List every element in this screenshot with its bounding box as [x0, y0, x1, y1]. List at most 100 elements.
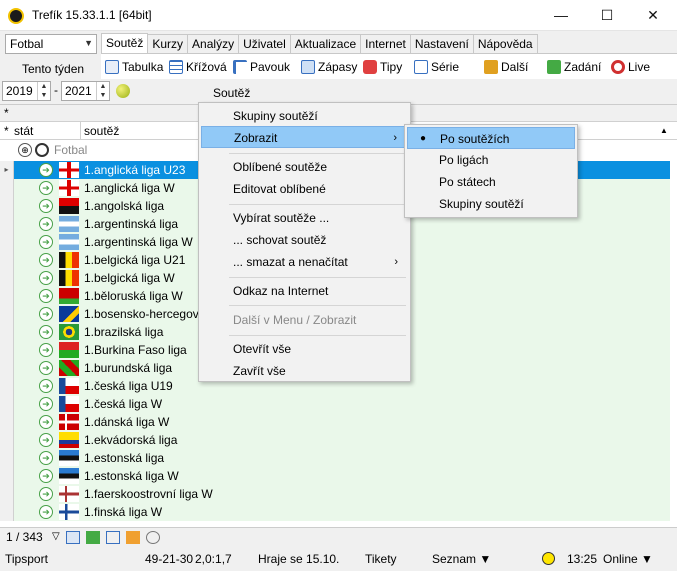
- row-indicator: [0, 359, 14, 377]
- open-arrow-icon[interactable]: ➔: [39, 325, 53, 339]
- submenu-po-ligach[interactable]: Po ligách: [407, 149, 575, 171]
- menu-vybirat[interactable]: Vybírat soutěže ...: [201, 207, 408, 229]
- open-arrow-icon[interactable]: ➔: [39, 451, 53, 465]
- competition-name: 1.česká liga W: [84, 397, 163, 411]
- tab-aktualizace[interactable]: Aktualizace: [289, 34, 362, 53]
- submenu-skupiny[interactable]: Skupiny soutěží: [407, 193, 575, 215]
- tab-analyzy[interactable]: Analýzy: [187, 34, 240, 53]
- main-tabs: Soutěž Kurzy Analýzy Uživatel Aktualizac…: [101, 33, 538, 53]
- open-arrow-icon[interactable]: ➔: [39, 235, 53, 249]
- table-row[interactable]: ➔ 1.dánská liga W: [0, 413, 677, 431]
- open-arrow-icon[interactable]: ➔: [39, 361, 53, 375]
- search-icon[interactable]: [146, 531, 160, 544]
- add-row-icon[interactable]: [86, 531, 100, 544]
- updown-icon[interactable]: ▲ ▼: [96, 82, 109, 100]
- open-arrow-icon[interactable]: ➔: [39, 343, 53, 357]
- table-row[interactable]: ➔ 1.finská liga W: [0, 503, 677, 521]
- open-arrow-icon[interactable]: ➔: [39, 415, 53, 429]
- close-button[interactable]: ✕: [630, 0, 676, 31]
- open-arrow-icon[interactable]: ➔: [39, 199, 53, 213]
- table-row[interactable]: ➔ 1.faerskoostrovní liga W: [0, 485, 677, 503]
- submenu-po-statech[interactable]: Po státech: [407, 171, 575, 193]
- open-arrow-icon[interactable]: ➔: [39, 289, 53, 303]
- open-arrow-icon[interactable]: ➔: [39, 307, 53, 321]
- competition-name: 1.argentinská liga: [84, 217, 179, 231]
- open-arrow-icon[interactable]: ➔: [39, 181, 53, 195]
- open-arrow-icon[interactable]: ➔: [39, 505, 53, 519]
- live-button[interactable]: Live: [611, 58, 650, 76]
- table-row[interactable]: ➔ 1.česká liga W: [0, 395, 677, 413]
- grid-icon: [169, 60, 183, 74]
- online-dropdown[interactable]: Online ▼: [603, 552, 653, 566]
- window-title: Trefík 15.33.1.1 [64bit]: [32, 8, 152, 22]
- tipy-button[interactable]: Tipy: [363, 58, 402, 76]
- calendar-icon: [301, 60, 315, 74]
- table-row[interactable]: ➔ 1.ekvádorská liga: [0, 431, 677, 449]
- ball-icon[interactable]: [116, 84, 130, 98]
- table-icon[interactable]: [66, 531, 80, 544]
- competition-name: 1.estonská liga W: [84, 469, 179, 483]
- row-indicator: [0, 251, 14, 269]
- updown-icon[interactable]: ▲ ▼: [37, 82, 50, 100]
- menu-odkaz[interactable]: Odkaz na Internet: [201, 280, 408, 302]
- menu-zavrit[interactable]: Zavřít vše: [201, 360, 408, 382]
- tab-nastaveni[interactable]: Nastavení: [409, 34, 474, 53]
- submenu-po-soutezich[interactable]: ● Po soutěžích: [407, 127, 575, 149]
- menu-schovat[interactable]: ... schovat soutěž: [201, 229, 408, 251]
- add-icon: [547, 60, 561, 74]
- row-indicator: [0, 233, 14, 251]
- column-soutez[interactable]: soutěž: [84, 124, 119, 138]
- open-arrow-icon[interactable]: ➔: [39, 271, 53, 285]
- sport-select[interactable]: Fotbal ▼: [5, 34, 97, 54]
- open-arrow-icon[interactable]: ➔: [39, 163, 53, 177]
- tab-napoveda[interactable]: Nápověda: [472, 34, 538, 53]
- open-arrow-icon[interactable]: ➔: [39, 487, 53, 501]
- open-arrow-icon[interactable]: ➔: [39, 253, 53, 267]
- serie-button[interactable]: Série: [414, 58, 459, 76]
- column-stat[interactable]: stát: [14, 124, 33, 138]
- app-icon: [8, 8, 24, 24]
- year-from-spinner[interactable]: 2019 ▲ ▼: [2, 81, 51, 101]
- zapasy-button[interactable]: Zápasy: [301, 58, 357, 76]
- menu-otevrit[interactable]: Otevřít vše: [201, 338, 408, 360]
- flag-icon: [59, 468, 79, 484]
- table-row[interactable]: ➔ 1.estonská liga W: [0, 467, 677, 485]
- table-row[interactable]: ➔ 1.estonská liga: [0, 449, 677, 467]
- tabulka-button[interactable]: Tabulka: [105, 58, 163, 76]
- minimize-button[interactable]: —: [538, 0, 584, 31]
- open-arrow-icon[interactable]: ➔: [39, 397, 53, 411]
- filter-icon[interactable]: ▽: [52, 531, 60, 542]
- dalsi-button[interactable]: Další: [484, 58, 528, 76]
- collapse-icon[interactable]: ⊕: [18, 143, 32, 157]
- maximize-button[interactable]: ☐: [584, 0, 630, 31]
- football-icon: [35, 143, 49, 157]
- tab-soutez[interactable]: Soutěž: [101, 33, 149, 53]
- menu-oblibene[interactable]: Oblíbené soutěže: [201, 156, 408, 178]
- table-icon: [105, 60, 119, 74]
- menu-skupiny[interactable]: Skupiny soutěží: [201, 105, 408, 127]
- zadani-button[interactable]: Zadání: [547, 58, 601, 76]
- open-arrow-icon[interactable]: ➔: [39, 379, 53, 393]
- year-to-spinner[interactable]: 2021 ▲ ▼: [61, 81, 110, 101]
- tab-kurzy[interactable]: Kurzy: [147, 34, 189, 53]
- krizova-button[interactable]: Křížová: [169, 58, 227, 76]
- edit-icon[interactable]: [126, 531, 140, 544]
- menu-editovat[interactable]: Editovat oblíbené: [201, 178, 408, 200]
- pavouk-button[interactable]: Pavouk: [233, 58, 290, 76]
- open-arrow-icon[interactable]: ➔: [39, 433, 53, 447]
- tab-uzivatel[interactable]: Uživatel: [238, 34, 291, 53]
- export-icon[interactable]: [106, 531, 120, 544]
- menu-smazat[interactable]: ... smazat a nenačítat ›: [201, 251, 408, 273]
- competition-name: 1.anglická liga U23: [84, 163, 186, 177]
- flag-icon: [59, 432, 79, 448]
- list-dropdown[interactable]: Seznam ▼: [432, 552, 491, 566]
- sort-up-icon: ▲: [660, 126, 668, 135]
- tickets[interactable]: Tikety: [365, 552, 397, 566]
- open-arrow-icon[interactable]: ➔: [39, 217, 53, 231]
- period-label[interactable]: Tento týden: [22, 62, 84, 76]
- menu-zobrazit[interactable]: Zobrazit ›: [201, 126, 408, 148]
- open-arrow-icon[interactable]: ➔: [39, 469, 53, 483]
- flag-icon: [59, 342, 79, 358]
- tab-internet[interactable]: Internet: [360, 34, 411, 53]
- chevron-right-icon: ›: [394, 256, 398, 268]
